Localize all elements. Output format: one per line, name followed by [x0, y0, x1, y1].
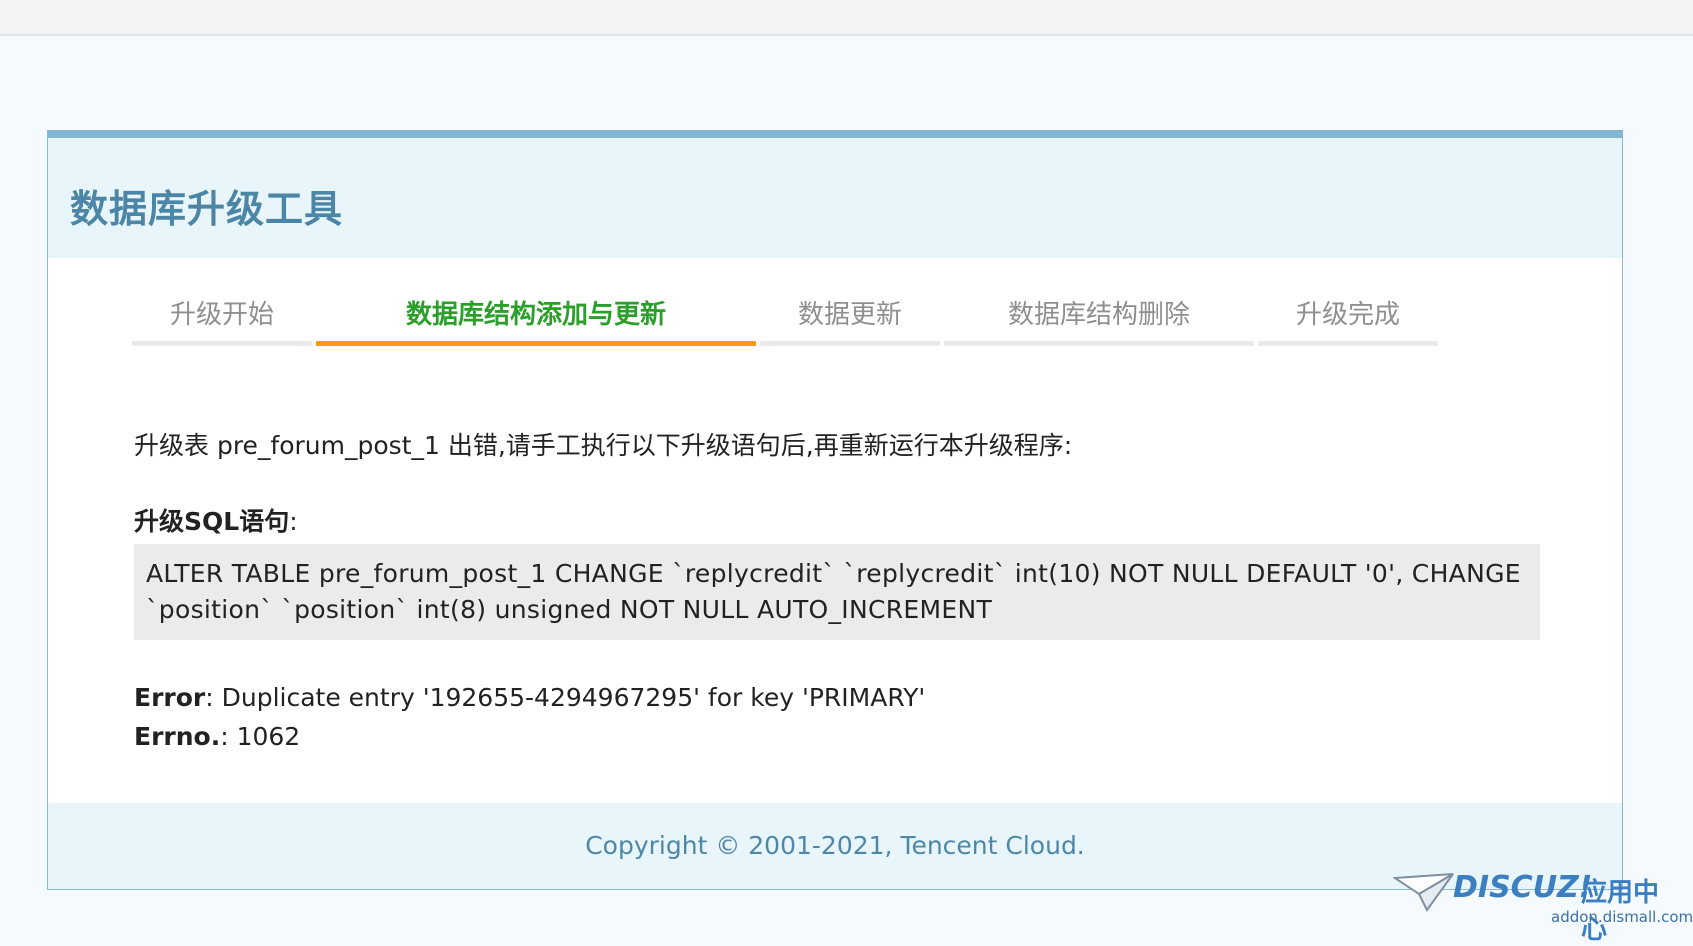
step-structure-delete: 数据库结构删除 [944, 286, 1254, 346]
step-label: 数据更新 [797, 300, 902, 330]
error-line: Error: Duplicate entry '192655-429496729… [134, 678, 1540, 717]
browser-top-bar [0, 0, 1693, 36]
content-area: 升级表 pre_forum_post_1 出错,请手工执行以下升级语句后,再重新… [134, 426, 1540, 756]
page-title: 数据库升级工具 [70, 187, 344, 231]
errno-text: : 1062 [220, 722, 301, 751]
step-label: 升级完成 [1295, 300, 1400, 330]
watermark-url: addon.dismall.com [1551, 908, 1693, 926]
errno-line: Errno.: 1062 [134, 717, 1540, 756]
step-bar [1258, 341, 1438, 346]
errno-label: Errno. [134, 722, 221, 751]
copyright-footer: Copyright © 2001-2021, Tencent Cloud. [48, 803, 1622, 889]
error-message: 升级表 pre_forum_post_1 出错,请手工执行以下升级语句后,再重新… [134, 431, 1073, 460]
step-label: 升级开始 [169, 300, 274, 330]
step-start: 升级开始 [132, 286, 312, 346]
step-bar [132, 341, 312, 346]
error-text: : Duplicate entry '192655-4294967295' fo… [205, 683, 926, 712]
sql-heading: 升级SQL语句: [134, 502, 1540, 538]
upgrade-panel: 数据库升级工具 升级开始 数据库结构添加与更新 数据更新 数据库结构删除 升级完… [47, 130, 1623, 890]
watermark-logo: DISCUZ! [1453, 870, 1593, 905]
panel-header: 数据库升级工具 [48, 138, 1622, 258]
watermark: DISCUZ! 应用中心 addon.dismall.com [1393, 868, 1693, 945]
step-structure-update: 数据库结构添加与更新 [316, 286, 756, 346]
sql-heading-label: 升级SQL语句 [134, 507, 290, 536]
step-label: 数据库结构删除 [1007, 300, 1190, 330]
progress-steps: 升级开始 数据库结构添加与更新 数据更新 数据库结构删除 升级完成 [132, 286, 1542, 346]
sql-heading-colon: : [289, 507, 298, 536]
step-data-update: 数据更新 [760, 286, 940, 346]
step-bar-active [316, 341, 756, 346]
step-bar [944, 341, 1254, 346]
step-bar [760, 341, 940, 346]
error-label: Error [134, 683, 206, 712]
sql-statement: ALTER TABLE pre_forum_post_1 CHANGE `rep… [134, 544, 1540, 640]
paper-plane-icon [1393, 873, 1454, 912]
step-complete: 升级完成 [1258, 286, 1438, 346]
error-details: Error: Duplicate entry '192655-429496729… [134, 678, 1540, 756]
step-label: 数据库结构添加与更新 [405, 300, 666, 330]
